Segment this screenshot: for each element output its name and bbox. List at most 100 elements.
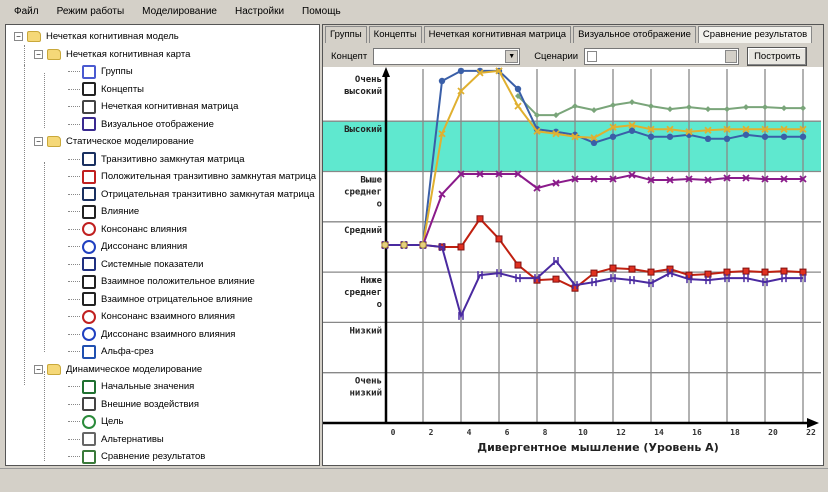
series-blue-point [647, 133, 655, 140]
x-tick-label: 12 [616, 428, 626, 437]
series-green-point [629, 99, 635, 106]
menu-item[interactable]: Режим работы [57, 6, 125, 17]
tree-item-label: Нечеткая когнитивная матрица [101, 101, 239, 112]
menu-item[interactable]: Файл [14, 6, 39, 17]
menu-item[interactable]: Моделирование [142, 6, 217, 17]
tree-item[interactable]: Консонанс влияния [68, 221, 187, 238]
list-icon [82, 82, 96, 96]
tree-item[interactable]: Сравнение результатов [68, 448, 205, 465]
tree-item[interactable]: − Статическое моделирование [34, 133, 194, 150]
series-red-point [761, 268, 769, 276]
tree-connector [68, 386, 80, 387]
x-axis-title: Дивергентное мышление (Уровень А) [477, 441, 718, 454]
series-blue-point [609, 133, 617, 140]
tree-connector [68, 228, 80, 230]
tree-item-label: Начальные значения [101, 381, 195, 392]
series-red-point [552, 275, 560, 283]
tree-item[interactable]: Альтернативы [68, 431, 164, 448]
scenario-checkbox[interactable] [587, 50, 598, 62]
collapse-icon[interactable]: − [34, 364, 43, 374]
tree-item[interactable]: Альфа-срез [68, 343, 154, 360]
x-tick-label: 20 [768, 428, 778, 437]
spin-button[interactable] [725, 49, 738, 63]
tree-item[interactable]: − Нечеткая когнитивная карта [34, 46, 190, 63]
menu-item[interactable]: Помощь [302, 6, 341, 17]
tree-item[interactable]: Нечеткая когнитивная матрица [68, 98, 238, 115]
tree-item[interactable]: Цель [68, 413, 124, 430]
tree-item-label: Консонанс взаимного влияния [101, 311, 236, 322]
collapse-icon[interactable]: − [34, 49, 43, 59]
navigation-tree[interactable]: − Нечеткая когнитивная модель − Нечеткая ко… [5, 24, 320, 466]
y-level-label: Высокий [344, 125, 382, 135]
menu-item[interactable]: Настройки [235, 6, 284, 17]
tree-connector [68, 438, 80, 440]
tree-item[interactable]: − Динамическое моделирование [34, 361, 202, 378]
y-level-label: Очень низкий [349, 377, 382, 399]
tree-item-label: Взаимное положительное влияние [101, 276, 255, 287]
tree-item[interactable]: Внешние воздействия [68, 396, 199, 413]
tree-item[interactable]: Системные показатели [68, 256, 203, 273]
tree-item-label: Системные показатели [101, 258, 204, 270]
tree-item[interactable]: − Нечеткая когнитивная модель [14, 28, 179, 45]
tree-item[interactable]: Группы [68, 63, 133, 80]
x-tick-label: 2 [429, 428, 434, 437]
scenarios-select[interactable] [584, 47, 740, 65]
x-tick-label: 18 [730, 428, 740, 437]
compare-results-icon [82, 449, 96, 464]
tab-5[interactable]: Сравнение результатов [697, 26, 813, 43]
tree-item[interactable]: Транзитивно замкнутая матрица [68, 151, 245, 168]
y-axis-arrow [382, 67, 390, 77]
tree-item[interactable]: Начальные значения [68, 378, 194, 395]
tree-item-label: Диссонанс влияния [101, 241, 188, 252]
tab-bar: Группы Концепты Нечеткая когнитивная матри… [325, 26, 813, 43]
initial-values-icon [82, 379, 96, 394]
tree-line [24, 65, 25, 385]
tree-item[interactable]: Консонанс взаимного влияния [68, 308, 235, 325]
series-green-point [648, 103, 654, 110]
tree-item[interactable]: Положительная транзитивно замкнутая матр… [68, 168, 316, 185]
x-tick-label: 22 [806, 428, 816, 437]
tree-item[interactable]: Влияние [68, 203, 139, 220]
series-green-point [762, 104, 768, 111]
tab-3[interactable]: Нечеткая когнитивная матрица [423, 26, 572, 43]
tab-2[interactable]: Концепты [368, 26, 422, 43]
tree-item[interactable]: Концепты [68, 81, 144, 98]
x-tick-label: 6 [505, 428, 510, 437]
tree-connector [68, 403, 80, 405]
tab-4[interactable]: Визуальное отображение [573, 26, 696, 43]
series-indigo-line [385, 243, 803, 319]
tree-item[interactable]: Взаимное положительное влияние [68, 273, 255, 290]
series-green-point [724, 106, 730, 113]
chevron-down-icon[interactable]: ▼ [505, 49, 519, 63]
tab-1[interactable]: Группы [325, 26, 367, 43]
tree-item[interactable]: Диссонанс влияния [68, 238, 187, 255]
x-tick-label: 14 [654, 428, 664, 437]
collapse-icon[interactable]: − [34, 137, 43, 146]
tree-item-label: Сравнение результатов [101, 451, 206, 462]
tree-connector [68, 158, 80, 160]
series-red-point [780, 267, 788, 275]
tree-item[interactable]: Отрицательная транзитивно замкнутая матр… [68, 186, 314, 203]
collapse-icon[interactable]: − [14, 32, 23, 41]
visual-icon [82, 117, 96, 131]
build-button[interactable]: Построить [747, 46, 808, 66]
tree-item-label: Концепты [101, 83, 145, 95]
series-green-line [517, 95, 803, 117]
series-green-point [591, 107, 597, 114]
concept-select[interactable]: ▼ [373, 47, 521, 65]
series-blue-point [666, 133, 674, 140]
tree-item-label: Альтернативы [101, 433, 164, 445]
influence-icon [82, 292, 96, 306]
series-red-point [647, 268, 655, 276]
alpha-cut-icon [82, 344, 96, 359]
tree-connector [68, 316, 80, 317]
tree-item[interactable]: Взаимное отрицательное влияние [68, 291, 253, 308]
tree-item[interactable]: Визуальное отображение [68, 116, 214, 133]
tree-item-label: Консонанс влияния [101, 223, 187, 235]
tree-item-label: Группы [101, 66, 133, 77]
series-blue-point [457, 67, 465, 75]
tree-item-label: Транзитивно замкнутая матрица [101, 153, 245, 165]
start-point [419, 241, 427, 249]
tree-item[interactable]: Диссонанс взаимного влияния [68, 326, 235, 343]
menu-bar: Файл Режим работы Моделирование Настройки По… [0, 0, 828, 22]
